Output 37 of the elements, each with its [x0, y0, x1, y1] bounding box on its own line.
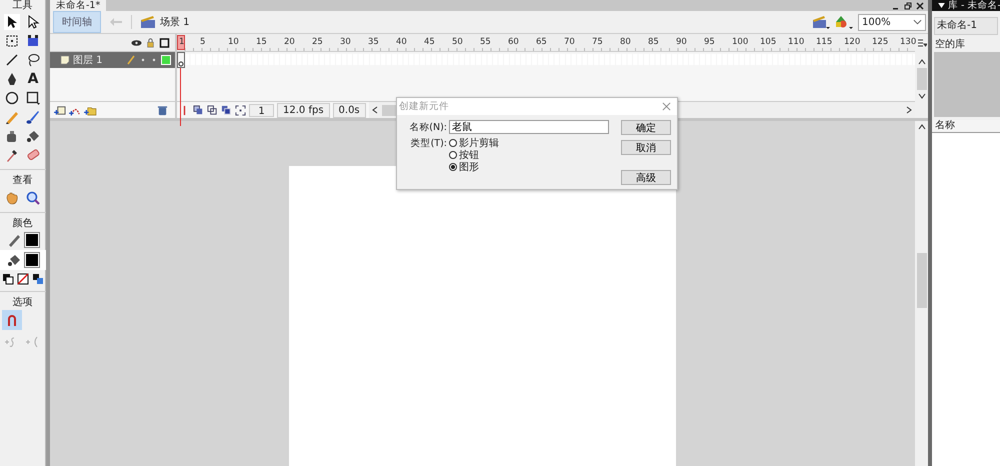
frame-number: 40	[396, 37, 407, 47]
frame-number: 25	[312, 37, 323, 47]
layer-name: 图层 1	[73, 54, 104, 67]
frame-number: 65	[536, 37, 547, 47]
elapsed-time: 0.0s	[332, 102, 366, 118]
frame-number: 115	[816, 37, 832, 47]
current-frame: 1	[249, 104, 274, 116]
frame-number: 95	[704, 37, 715, 47]
name-label: 名称(N):	[408, 120, 447, 134]
frame-number: 50	[452, 37, 463, 47]
frame-number: 75	[592, 37, 603, 47]
library-status: 空的库	[934, 38, 966, 52]
frame-number: 105	[760, 37, 776, 47]
frame-number: 125	[872, 37, 888, 47]
frame-number: 55	[480, 37, 491, 47]
frame-number: 35	[368, 37, 379, 47]
frame-number: 70	[564, 37, 575, 47]
frame-number: 15	[256, 37, 267, 47]
frame-number: 80	[620, 37, 631, 47]
frame-number: 60	[508, 37, 519, 47]
frame-number: 30	[340, 37, 351, 47]
frame-number: 100	[732, 37, 748, 47]
frame-number: 45	[424, 37, 435, 47]
frame-number: 130	[900, 37, 916, 47]
dialog-title: 创建新元件	[399, 100, 449, 113]
frame-number: 110	[788, 37, 804, 47]
frame-rate: 12.0 fps	[277, 102, 330, 118]
frame-number: 20	[284, 37, 295, 47]
library-title: 库 - 未命名-	[948, 0, 1000, 12]
frame-number: 120	[844, 37, 860, 47]
type-label: 类型(T):	[410, 137, 447, 150]
frame-number: 10	[228, 37, 239, 47]
toolbox-title: 工具	[12, 0, 32, 11]
frame-number: 90	[676, 37, 687, 47]
frame-number: 1	[179, 37, 184, 47]
frame-number: 5	[200, 37, 206, 47]
frame-number: 85	[648, 37, 659, 47]
